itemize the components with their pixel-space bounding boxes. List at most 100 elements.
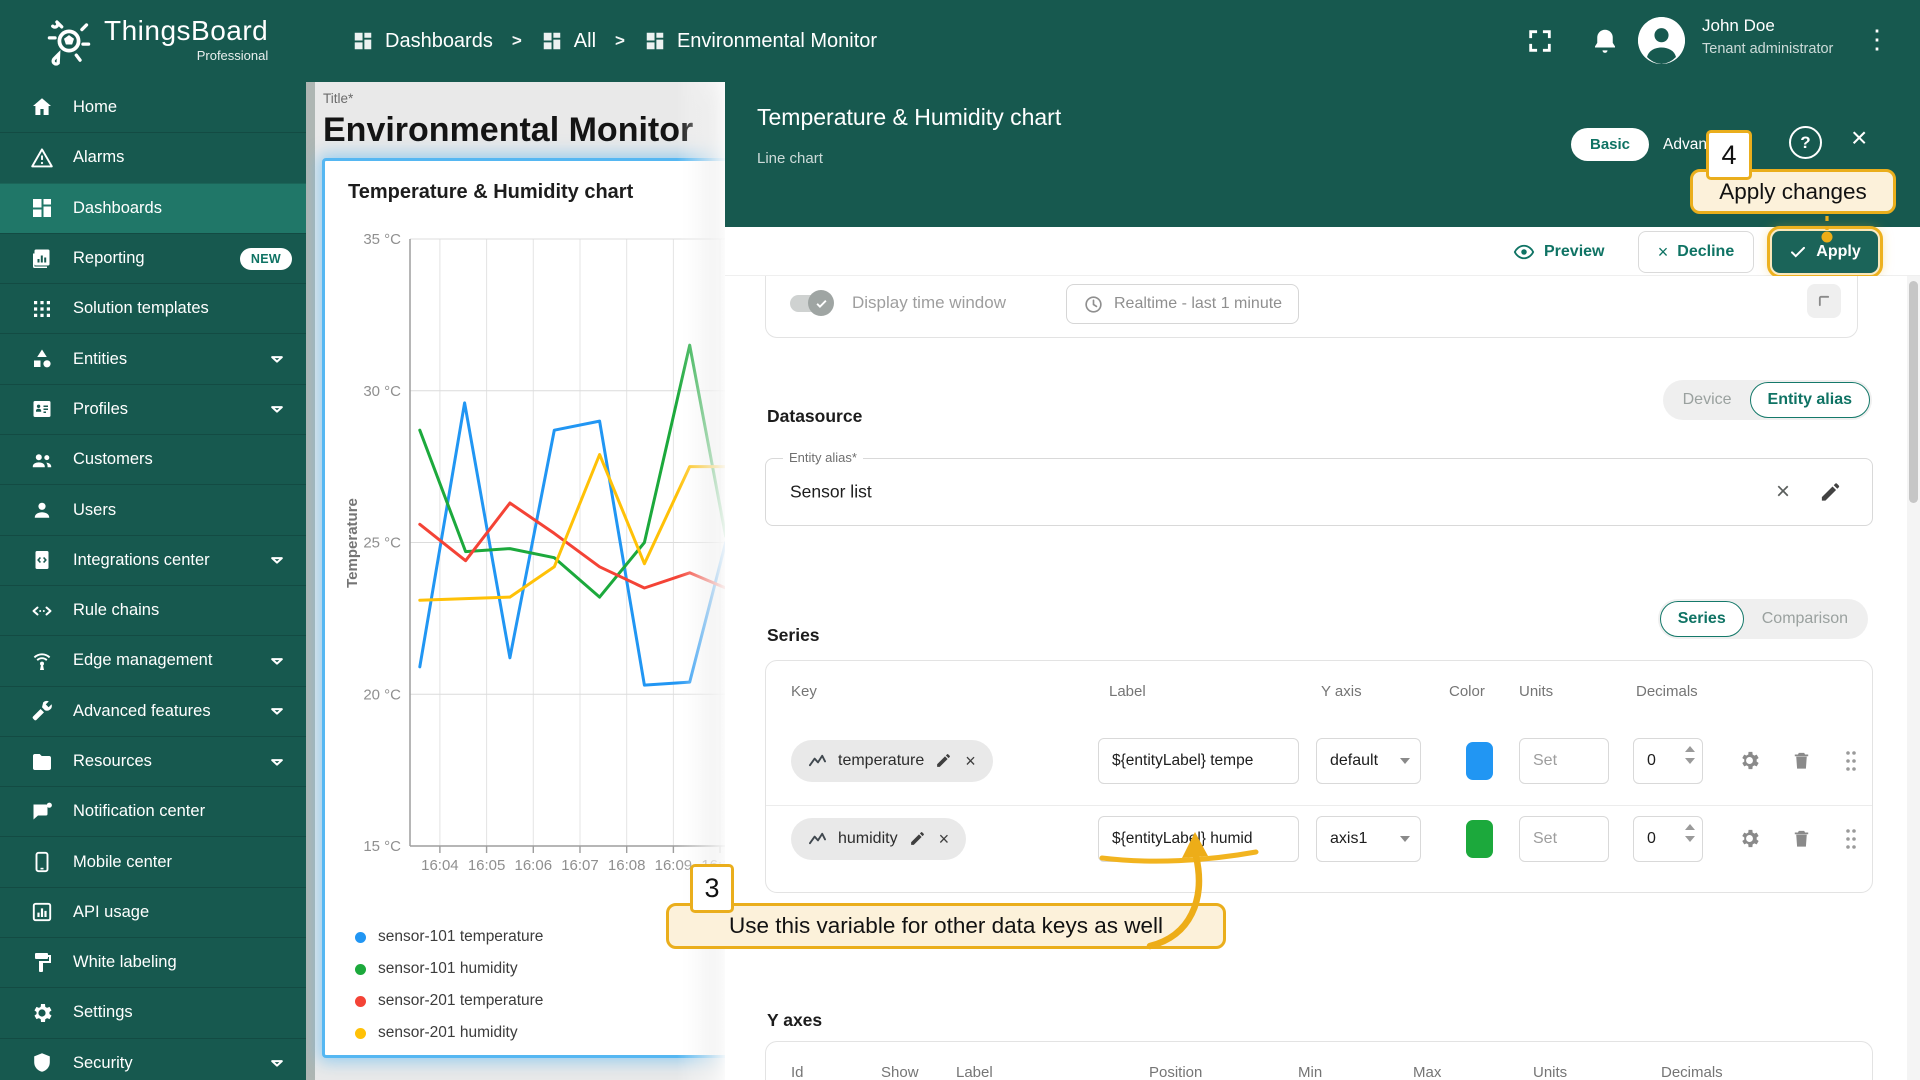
sidebar-item-label: Settings: [73, 1003, 133, 1022]
series-toggle-option[interactable]: Series: [1660, 601, 1744, 637]
sidebar-item-rule-chains[interactable]: Rule chains: [0, 585, 306, 635]
comparison-toggle-option[interactable]: Comparison: [1744, 610, 1866, 628]
timewindow-value-button[interactable]: Realtime - last 1 minute: [1066, 284, 1299, 324]
close-icon[interactable]: ×: [1851, 124, 1867, 152]
chevron-down-icon[interactable]: [268, 702, 286, 720]
remove-key-icon[interactable]: ×: [965, 752, 976, 770]
apply-label: Apply: [1816, 243, 1860, 261]
svg-text:30 °C: 30 °C: [363, 383, 401, 400]
breadcrumb-item-environmental-monitor[interactable]: Environmental Monitor: [644, 30, 877, 53]
sidebar-item-security[interactable]: Security: [0, 1038, 306, 1080]
sidebar-item-reporting[interactable]: ReportingNEW: [0, 233, 306, 283]
series-color-swatch[interactable]: [1466, 742, 1493, 780]
series-label-input[interactable]: ${entityLabel} humid: [1098, 816, 1299, 862]
series-settings-gear-icon[interactable]: [1738, 827, 1761, 850]
stepper-down-icon[interactable]: [1685, 836, 1695, 842]
breadcrumb-item-dashboards[interactable]: Dashboards: [352, 30, 493, 53]
step-3-number: 3: [704, 873, 719, 904]
series-delete-trash-icon[interactable]: [1790, 749, 1813, 772]
sidebar-item-solution-templates[interactable]: Solution templates: [0, 283, 306, 333]
sidebar-item-profiles[interactable]: Profiles: [0, 384, 306, 434]
legend-label: sensor-201 humidity: [378, 1024, 518, 1042]
phone-icon: [30, 850, 54, 874]
sidebar-item-home[interactable]: Home: [0, 82, 306, 132]
sidebar-item-dashboards[interactable]: Dashboards: [0, 183, 306, 233]
sidebar-item-customers[interactable]: Customers: [0, 434, 306, 484]
sidebar-item-mobile-center[interactable]: Mobile center: [0, 836, 306, 886]
series-units-input[interactable]: Set: [1519, 738, 1609, 784]
sidebar-item-label: White labeling: [73, 953, 177, 972]
fullscreen-icon[interactable]: [1526, 27, 1556, 57]
legend-item[interactable]: sensor-201 temperature: [355, 985, 543, 1017]
stepper-down-icon[interactable]: [1685, 758, 1695, 764]
sidebar-item-integrations-center[interactable]: Integrations center: [0, 535, 306, 585]
edit-pencil-icon[interactable]: [935, 752, 954, 771]
breadcrumb-item-all[interactable]: All: [541, 30, 596, 53]
chevron-down-icon[interactable]: [268, 400, 286, 418]
remove-key-icon[interactable]: ×: [939, 830, 950, 848]
series-decimals-input[interactable]: 0: [1633, 816, 1703, 862]
sidebar-item-label: Customers: [73, 450, 153, 469]
notification-icon: [30, 800, 54, 824]
chevron-down-icon[interactable]: [268, 652, 286, 670]
edit-pencil-icon[interactable]: [1819, 481, 1842, 504]
series-heading: Series: [767, 625, 820, 646]
legend-item[interactable]: sensor-101 humidity: [355, 953, 543, 985]
series-color-swatch[interactable]: [1466, 820, 1493, 858]
chevron-down-icon[interactable]: [268, 551, 286, 569]
sidebar-item-advanced-features[interactable]: Advanced features: [0, 686, 306, 736]
user-block[interactable]: John Doe Tenant administrator: [1702, 17, 1833, 58]
chevron-down-icon[interactable]: [268, 753, 286, 771]
sidebar-item-settings[interactable]: Settings: [0, 987, 306, 1037]
notifications-bell-icon[interactable]: [1590, 26, 1620, 56]
sidebar-item-entities[interactable]: Entities: [0, 333, 306, 383]
entity-alias-toggle-option[interactable]: Entity alias: [1750, 382, 1870, 418]
series-yaxis-select[interactable]: axis1: [1316, 816, 1421, 862]
sidebar-item-api-usage[interactable]: API usage: [0, 887, 306, 937]
drag-handle[interactable]: [1844, 827, 1858, 851]
series-label-input[interactable]: ${entityLabel} tempe: [1098, 738, 1299, 784]
entity-alias-field[interactable]: Entity alias* Sensor list ×: [765, 458, 1873, 526]
series-key-chip-temperature[interactable]: temperature×: [791, 740, 993, 782]
avatar[interactable]: [1638, 17, 1685, 64]
sidebar-item-resources[interactable]: Resources: [0, 736, 306, 786]
stepper-up-icon[interactable]: [1685, 746, 1695, 752]
sidebar: HomeAlarmsDashboardsReportingNEWSolution…: [0, 82, 306, 1080]
display-timewindow-toggle[interactable]: [790, 295, 830, 312]
decimals-stepper[interactable]: [1685, 746, 1695, 764]
sidebar-item-white-labeling[interactable]: White labeling: [0, 937, 306, 987]
sidebar-item-alarms[interactable]: Alarms: [0, 132, 306, 182]
chevron-down-icon[interactable]: [268, 350, 286, 368]
preview-button[interactable]: Preview: [1513, 237, 1604, 267]
edit-pencil-icon[interactable]: [909, 830, 928, 849]
series-key-label: humidity: [838, 830, 898, 848]
series-units-input[interactable]: Set: [1519, 816, 1609, 862]
decimals-stepper[interactable]: [1685, 824, 1695, 842]
dashboard-scrollbar[interactable]: [306, 82, 315, 1080]
kebab-menu-icon[interactable]: ⋮: [1864, 24, 1888, 55]
thingsboard-logo[interactable]: ThingsBoard Professional: [104, 17, 268, 62]
legend-item[interactable]: sensor-201 humidity: [355, 1017, 543, 1049]
series-decimals-input[interactable]: 0: [1633, 738, 1703, 784]
series-yaxis-select[interactable]: default: [1316, 738, 1421, 784]
device-toggle-option[interactable]: Device: [1665, 391, 1750, 409]
apply-button[interactable]: Apply: [1772, 231, 1878, 273]
chevron-down-icon[interactable]: [268, 1054, 286, 1072]
layout-corner-icon[interactable]: [1807, 284, 1841, 318]
basic-mode-toggle[interactable]: Basic: [1571, 128, 1649, 161]
clear-icon[interactable]: ×: [1776, 478, 1790, 506]
sidebar-item-users[interactable]: Users: [0, 484, 306, 534]
sidebar-item-notification-center[interactable]: Notification center: [0, 786, 306, 836]
drag-handle[interactable]: [1844, 749, 1858, 773]
help-icon[interactable]: ?: [1789, 126, 1822, 159]
legend-item[interactable]: sensor-101 temperature: [355, 921, 543, 953]
series-key-chip-humidity[interactable]: humidity ×: [791, 818, 966, 860]
stepper-up-icon[interactable]: [1685, 824, 1695, 830]
scrollbar-thumb[interactable]: [1909, 281, 1918, 503]
series-delete-trash-icon[interactable]: [1790, 827, 1813, 850]
decline-button[interactable]: × Decline: [1638, 231, 1754, 273]
dialog-scrollbar[interactable]: [1907, 276, 1920, 1080]
sidebar-item-edge-management[interactable]: Edge management: [0, 635, 306, 685]
series-settings-gear-icon[interactable]: [1738, 749, 1761, 772]
sidebar-item-label: Entities: [73, 350, 127, 369]
